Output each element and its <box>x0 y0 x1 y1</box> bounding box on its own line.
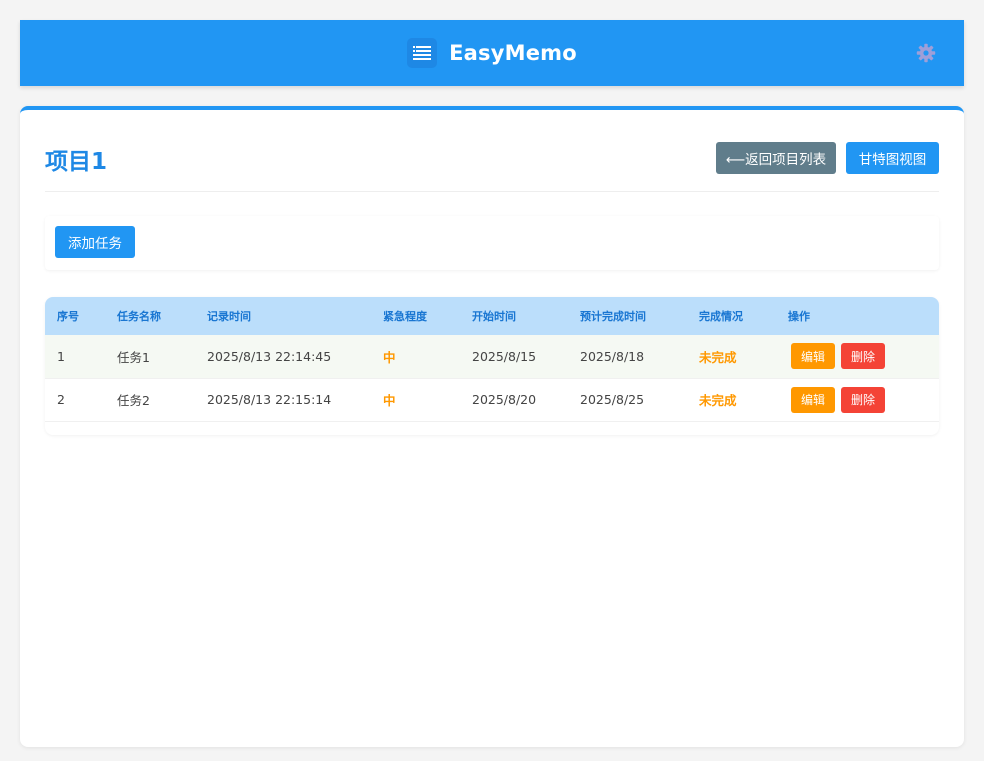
table-header-row: 序号 任务名称 记录时间 紧急程度 开始时间 预计完成时间 完成情况 操作 <box>45 297 939 335</box>
gear-icon[interactable] <box>916 43 936 63</box>
task-table: 序号 任务名称 记录时间 紧急程度 开始时间 预计完成时间 完成情况 操作 1 … <box>45 297 939 435</box>
task-actions: 编辑 删除 <box>776 335 939 378</box>
project-card: 项目1 ⟵返回项目列表 甘特图视图 添加任务 序号 任务名称 记录时间 紧急程度 <box>20 106 964 747</box>
task-recorded-time: 2025/8/13 22:14:45 <box>207 348 332 364</box>
gantt-view-button[interactable]: 甘特图视图 <box>846 142 939 174</box>
delete-task-button[interactable]: 删除 <box>841 386 885 413</box>
task-status: 未完成 <box>699 393 737 408</box>
column-header: 紧急程度 <box>383 310 427 323</box>
back-to-projects-button[interactable]: ⟵返回项目列表 <box>716 142 836 174</box>
column-header: 开始时间 <box>472 310 516 323</box>
page: EasyMemo 项目1 ⟵返回项目列表 甘特图视图 添加任务 序号 任务名称 … <box>0 0 984 761</box>
edit-task-button[interactable]: 编辑 <box>791 343 835 370</box>
column-header: 序号 <box>57 310 79 323</box>
app-header: EasyMemo <box>20 20 964 86</box>
task-id: 1 <box>57 348 65 364</box>
delete-task-button[interactable]: 删除 <box>841 343 885 370</box>
page-title: 项目1 <box>45 149 108 175</box>
task-status: 未完成 <box>699 349 737 365</box>
brand: EasyMemo <box>20 20 964 86</box>
column-header: 预计完成时间 <box>580 310 646 323</box>
column-header: 任务名称 <box>117 310 161 323</box>
task-toolbar: 添加任务 <box>45 216 939 270</box>
column-header: 完成情况 <box>699 310 743 323</box>
project-header: 项目1 ⟵返回项目列表 甘特图视图 <box>45 138 939 192</box>
task-urgency: 中 <box>383 393 396 408</box>
task-due-date: 2025/8/18 <box>580 348 645 364</box>
task-actions: 编辑 删除 <box>776 378 939 421</box>
add-task-button[interactable]: 添加任务 <box>55 226 135 258</box>
list-icon <box>407 38 438 68</box>
column-header: 记录时间 <box>207 310 251 323</box>
task-urgency: 中 <box>383 349 396 365</box>
task-due-date: 2025/8/25 <box>580 392 645 407</box>
task-start-date: 2025/8/20 <box>472 392 537 407</box>
app-title: EasyMemo <box>449 41 577 65</box>
task-recorded-time: 2025/8/13 22:15:14 <box>207 392 332 407</box>
edit-task-button[interactable]: 编辑 <box>791 386 835 413</box>
column-header: 操作 <box>788 310 810 323</box>
table-row: 1 任务1 2025/8/13 22:14:45 中 2025/8/15 202… <box>45 335 939 378</box>
task-start-date: 2025/8/15 <box>472 348 537 364</box>
task-id: 2 <box>57 392 65 407</box>
table-row: 2 任务2 2025/8/13 22:15:14 中 2025/8/20 202… <box>45 378 939 421</box>
task-name: 任务1 <box>117 349 150 365</box>
task-name: 任务2 <box>117 393 150 408</box>
